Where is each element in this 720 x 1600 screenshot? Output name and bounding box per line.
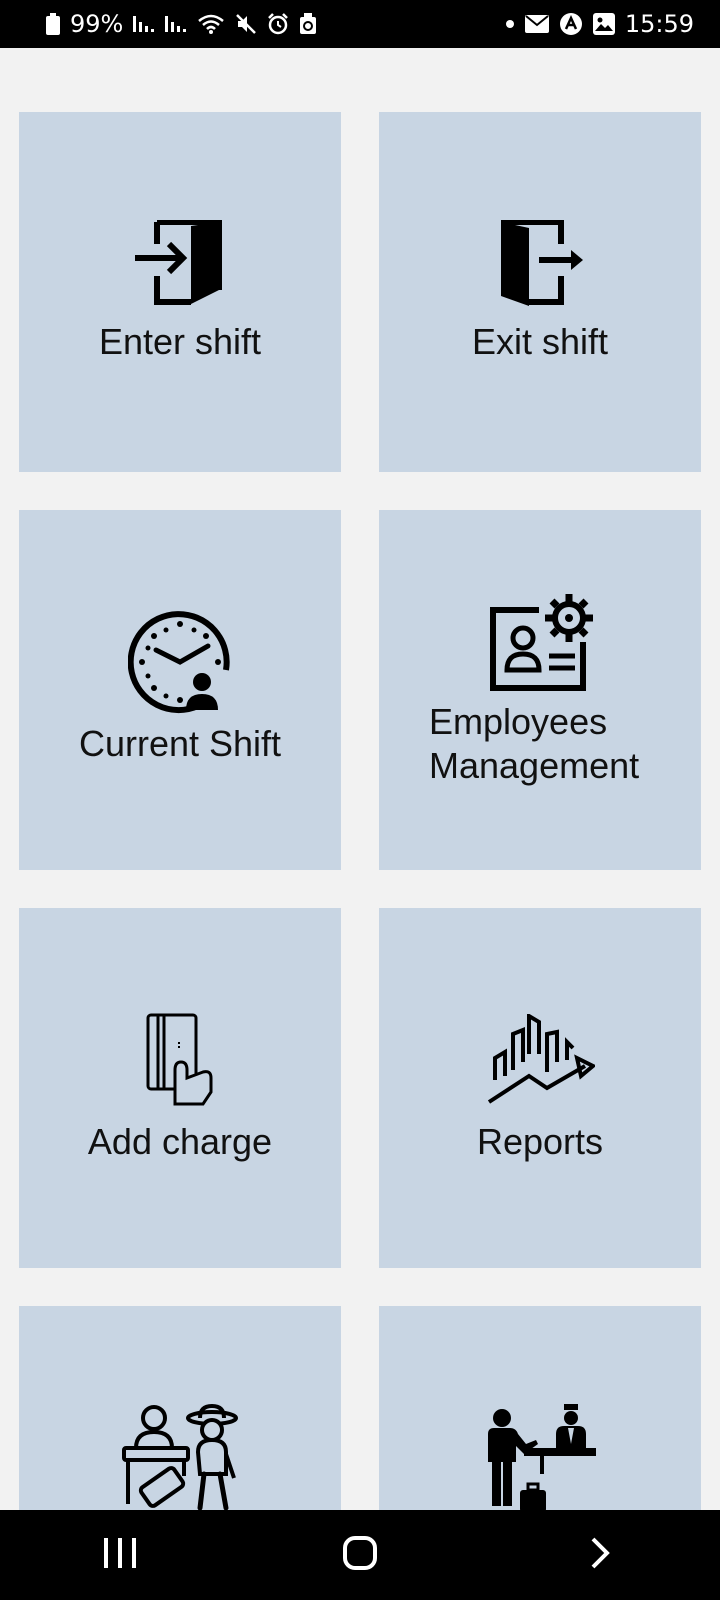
tile-label-line1: Employees — [429, 701, 608, 742]
recycle-icon — [299, 13, 317, 35]
home-button[interactable] — [300, 1510, 420, 1600]
status-right: 15:59 — [505, 10, 694, 38]
signal-icon — [165, 14, 187, 34]
clock-time: 15:59 — [624, 10, 694, 38]
tile-reception-tourist[interactable] — [19, 1306, 341, 1510]
tile-enter-shift[interactable]: Enter shift — [19, 112, 341, 472]
app-icon — [559, 12, 583, 36]
enter-door-icon — [19, 220, 341, 310]
tile-exit-shift[interactable]: Exit shift — [379, 112, 701, 472]
card-hand-icon — [19, 1012, 341, 1106]
tile-current-shift[interactable]: Current Shift — [19, 510, 341, 870]
mail-icon — [524, 15, 549, 33]
tile-label: Current Shift — [78, 723, 282, 764]
alarm-icon — [267, 13, 289, 35]
home-icon — [342, 1535, 378, 1576]
hotel-reception-icon — [379, 1404, 701, 1510]
tile-employees-management[interactable]: Employees Management — [379, 510, 701, 870]
tile-label: Exit shift — [471, 321, 609, 362]
tile-add-charge[interactable]: Add charge — [19, 908, 341, 1268]
tile-label: Reports — [476, 1121, 604, 1162]
status-bar: 99% 15:59 — [0, 0, 720, 48]
tile-reports[interactable]: Reports — [379, 908, 701, 1268]
image-icon — [592, 13, 615, 35]
back-icon — [588, 1535, 612, 1576]
battery-icon — [46, 13, 60, 35]
mute-icon — [235, 13, 257, 35]
dot-icon — [505, 19, 515, 29]
wifi-icon — [197, 13, 225, 35]
back-button[interactable] — [540, 1510, 660, 1600]
clock-user-icon — [19, 610, 341, 714]
tile-label: Add charge — [87, 1121, 273, 1162]
reception-tourist-icon — [19, 1404, 341, 1510]
battery-percent: 99% — [70, 10, 124, 38]
tile-hotel-reception[interactable] — [379, 1306, 701, 1510]
exit-door-icon — [379, 220, 701, 310]
menu-grid: Enter shift Exit shift Current Shift Emp… — [0, 48, 720, 1510]
status-left: 99% — [46, 10, 317, 38]
employee-card-gear-icon — [379, 592, 701, 692]
signal-icon — [133, 14, 155, 34]
tile-label: Enter shift — [98, 321, 262, 362]
recents-button[interactable] — [60, 1510, 180, 1600]
recents-icon — [102, 1536, 138, 1575]
navigation-bar — [0, 1510, 720, 1600]
chart-growth-icon — [379, 1014, 701, 1104]
tile-label-line2: Management — [429, 745, 640, 786]
